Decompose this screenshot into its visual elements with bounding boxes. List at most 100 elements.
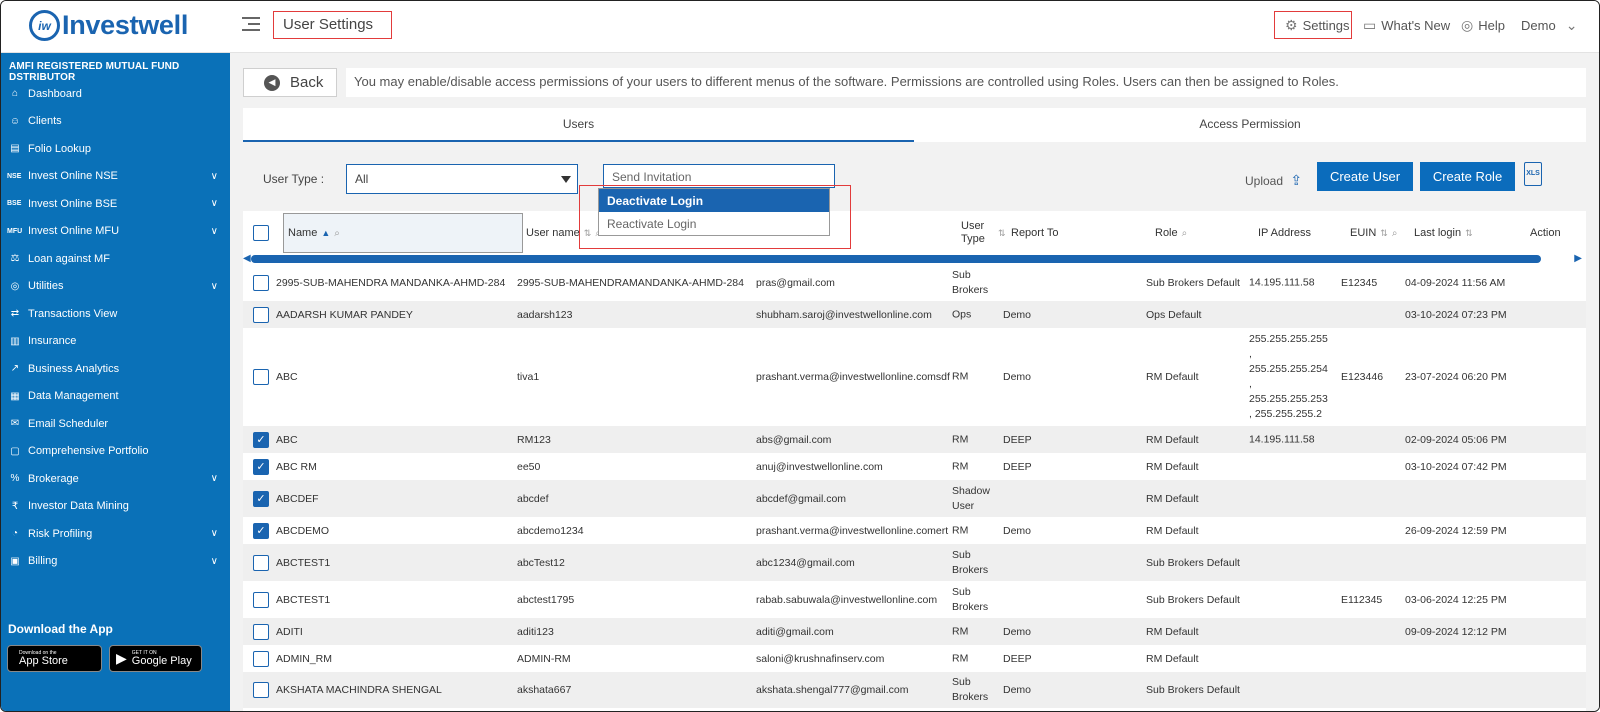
cell-username: aditi123 [517,625,554,638]
tab-users[interactable]: Users [243,108,914,142]
table-row[interactable]: 2995-SUB-MAHENDRA MANDANKA-AHMD-284 2995-… [243,265,1586,301]
table-row[interactable]: AKSHATA MACHINDRA SHENGAL akshata667 aksha… [243,672,1586,708]
sidebar-item[interactable]: ☺ Clients [1,108,230,136]
search-icon[interactable]: ⌕ [334,228,340,239]
investwell-logo[interactable]: iw Investwell [29,10,188,41]
column-user-type-sort[interactable]: ⇅ [994,213,1006,253]
cell-report: DEEP [1003,460,1032,473]
whats-new-button[interactable]: ▭ What's New [1363,11,1450,39]
cell-name: ABCDEF [276,492,319,505]
horizontal-scrollbar[interactable]: ◀ ▶ [243,253,1586,264]
scroll-left-icon[interactable]: ◀ [243,253,251,264]
column-last-login[interactable]: Last login ⇅ [1414,213,1473,253]
tab-access-permission[interactable]: Access Permission [914,108,1586,142]
sort-icon[interactable]: ⇅ [1465,228,1473,239]
table-row[interactable]: ABCTEST1 abcTest12 abc1234@gmail.com Sub Br… [243,544,1586,581]
sidebar-item[interactable]: ▢ Comprehensive Portfolio [1,438,230,466]
sidebar-item[interactable]: ▤ Folio Lookup [1,135,230,163]
google-play-badge[interactable]: ▶ GET IT ON Google Play [109,645,202,672]
cell-username: abcTest12 [517,556,565,569]
cell-type: RM [952,524,969,536]
scroll-thumb[interactable] [251,255,1541,263]
search-icon[interactable]: ⌕ [1392,228,1398,239]
main-content: ◀ Back You may enable/disable access per… [230,53,1599,711]
scroll-right-icon[interactable]: ▶ [1574,253,1582,264]
row-checkbox[interactable]: ✓ [253,458,269,475]
table-row[interactable]: ADITI aditi123 aditi@gmail.com RM Demo RM Def… [243,618,1586,645]
back-button[interactable]: ◀ Back [243,68,337,97]
row-checkbox[interactable]: ✓ [253,522,269,539]
cell-ip: 255.255.255.255 , 255.255.255.254 , 255.… [1249,333,1328,420]
table-row[interactable]: ✓ ABCDEMO abcdemo1234 prashant.verma@invest… [243,517,1586,544]
sidebar-item[interactable]: BSE Invest Online BSE ∨ [1,190,230,218]
row-checkbox[interactable]: ✓ [253,431,269,448]
chevron-down-icon: ∨ [210,528,218,539]
row-checkbox[interactable] [253,275,269,291]
cell-report: Demo [1003,625,1032,638]
table-row[interactable]: ✓ ABCDEF abcdef abcdef@gmail.com Shadow User… [243,480,1586,517]
sidebar-item[interactable]: ₹ Investor Data Mining [1,493,230,521]
cell-role: RM Default [1146,652,1199,665]
cell-username: aadarsh123 [517,308,573,321]
table-row[interactable]: ✓ ABC RM123 abs@gmail.com RM DEEP RM Default 14… [243,426,1586,453]
upload-icon: ⇪ [1290,172,1303,188]
create-role-button[interactable]: Create Role [1420,162,1515,191]
back-arrow-icon: ◀ [264,74,280,91]
help-button[interactable]: ◎ Help [1461,11,1505,39]
sort-icon[interactable]: ⇅ [1380,228,1388,239]
sort-icon[interactable]: ⇅ [998,228,1006,239]
column-user-type[interactable]: User Type [961,213,993,253]
row-checkbox[interactable] [253,306,269,323]
cell-name: AADARSH KUMAR PANDEY [276,308,413,321]
cell-name: AKSHATA MACHINDRA SHENGAL [276,684,442,696]
search-icon[interactable]: ⌕ [1182,228,1188,239]
sidebar-item[interactable]: ⇄ Transactions View [1,300,230,328]
table-row[interactable]: ADMIN_RM ADMIN-RM saloni@krushnafinserv.co… [243,645,1586,672]
sidebar-item[interactable]: ⚖ Loan against MF [1,245,230,273]
column-report-to[interactable]: Report To [1011,213,1059,253]
sidebar-item[interactable]: ↗ Business Analytics [1,355,230,383]
column-name[interactable]: Name ▲ ⌕ [283,213,523,253]
app-store-badge[interactable]: Download on the App Store [7,645,102,672]
table-row[interactable]: ✓ ABC RM ee50 anuj@investwellonline.com RM DE… [243,453,1586,480]
settings-button[interactable]: ⚙ Settings [1274,11,1352,39]
sidebar-item[interactable]: ◎ Utilities ∨ [1,273,230,301]
xls-export-icon[interactable]: XLS [1524,162,1542,186]
row-checkbox[interactable] [253,623,269,640]
hamburger-menu-icon[interactable] [242,17,260,35]
sidebar-item[interactable]: ✉ Email Scheduler [1,410,230,438]
sidebar-item[interactable]: % Brokerage ∨ [1,465,230,493]
column-ip-address[interactable]: IP Address [1258,213,1311,253]
sort-asc-icon[interactable]: ▲ [321,228,330,238]
message-icon: ▭ [1363,16,1377,33]
table-row[interactable]: ABCTEST1 abctest1795 rabab.sabuwala@invest… [243,581,1586,618]
row-checkbox[interactable] [253,369,269,385]
upload-button[interactable]: Upload ⇪ [1245,172,1307,189]
row-checkbox[interactable] [253,650,269,667]
sidebar-item-label: Billing [28,555,58,568]
cell-name: ABCDEMO [276,524,330,537]
sidebar-item[interactable]: ▦ Data Management [1,383,230,411]
row-checkbox[interactable]: ✓ [253,490,269,507]
column-role[interactable]: Role ⌕ [1155,213,1187,253]
sidebar-item[interactable]: ⌂ Dashboard [1,80,230,108]
user-type-select[interactable]: All [346,164,578,194]
sidebar-item[interactable]: ▥ Insurance [1,328,230,356]
row-checkbox[interactable] [253,682,269,698]
table-row[interactable]: ABC tiva1 prashant.verma@investwellonline.… [243,328,1586,426]
row-checkbox[interactable] [253,554,269,571]
sidebar-item[interactable]: MFU Invest Online MFU ∨ [1,218,230,246]
sidebar-item[interactable]: NSE Invest Online NSE ∨ [1,163,230,191]
sidebar-item[interactable]: ▣ Billing ∨ [1,548,230,576]
table-row[interactable]: AADARSH KUMAR PANDEY aadarsh123 shubham.sa… [243,301,1586,328]
cell-username: abctest1795 [517,593,575,606]
cell-email: shubham.saroj@investwellonline.com [756,308,932,321]
row-checkbox[interactable] [253,591,269,608]
sidebar-item[interactable]: ◔ Risk Profiling ∨ [1,520,230,548]
user-menu[interactable]: Demo ⌄ [1521,11,1582,39]
create-user-button[interactable]: Create User [1317,162,1413,191]
help-label: Help [1478,17,1505,33]
column-euin[interactable]: EUIN ⇅ ⌕ [1350,213,1397,253]
select-all-checkbox[interactable] [253,225,269,241]
cell-type: Sub Brokers [952,676,989,703]
